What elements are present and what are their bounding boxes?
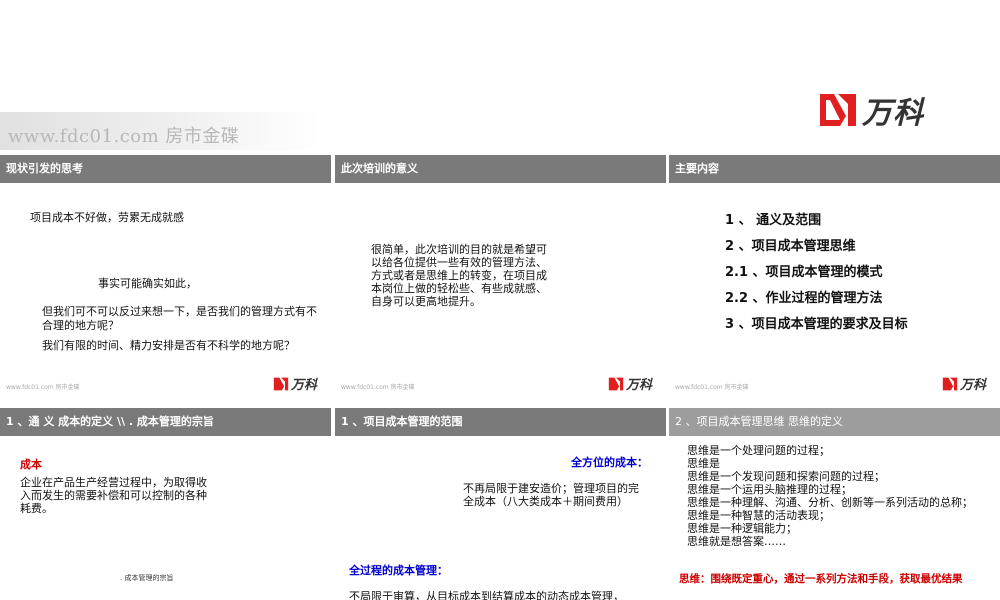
slide-title: 主要内容 xyxy=(669,155,1000,183)
footer-logo: 万科 xyxy=(942,374,986,393)
slide-conclusion: 思维：围绕既定重心，通过一系列方法和手段，获取最优结果 xyxy=(679,573,963,585)
footer-logo-text: 万科 xyxy=(290,378,317,393)
slide-heading: 全方位的成本： xyxy=(571,456,648,469)
vanke-logo-icon xyxy=(608,377,624,390)
slide-text: 思维是 xyxy=(687,457,720,470)
toc-item[interactable]: 2.2 、作业过程的管理方法 xyxy=(725,287,883,306)
slide-text: 本岗位上做的轻松些、有些成就感、 xyxy=(371,282,547,295)
footer-watermark: www.fdc01.com 房市金碟 xyxy=(675,384,749,391)
slide-title: 1 、项目成本管理的范围 xyxy=(335,408,666,436)
slide-text: 我们有限的时间、精力安排是否有不科学的地方呢？ xyxy=(42,339,295,352)
slide-text: 不局限于审算，从目标成本到结算成本的动态成本管理， xyxy=(349,590,624,600)
slide-heading: 成本 xyxy=(20,458,42,471)
slide-text: 但我们可不可以反过来想一下，是否我们的管理方式有不 xyxy=(42,305,317,318)
footer-logo: 万科 xyxy=(608,374,652,393)
slide-title: 现状引发的思考 xyxy=(0,155,331,183)
vanke-logo-icon xyxy=(273,377,289,390)
footer-logo: 万科 xyxy=(273,374,317,393)
footer-watermark: www.fdc01.com 房市金碟 xyxy=(341,384,415,391)
slide-cost-definition: 1 、通 义 成本的定义 \\ . 成本管理的宗旨 成本 企业在产品生产经营过程… xyxy=(0,408,331,600)
footer-watermark: www.fdc01.com 房市金碟 xyxy=(6,384,80,391)
toc-item[interactable]: 1 、 通义及范围 xyxy=(725,209,821,228)
slide-main-contents: 主要内容 1 、 通义及范围 2 、项目成本管理思维 2.1 、项目成本管理的模… xyxy=(669,155,1000,403)
slide-text: 不再局限于建安造价；管理项目的完 xyxy=(463,482,639,495)
slide-thinking-definition: 2 、项目成本管理思维 思维的定义 思维是一个处理问题的过程； 思维是 思维是一… xyxy=(669,408,1000,600)
header-watermark: www.fdc01.com 房市金碟 xyxy=(8,126,240,147)
slide-title: 2 、项目成本管理思维 思维的定义 xyxy=(669,408,1000,436)
slide-training-meaning: 此次培训的意义 很简单，此次培训的目的就是希望可 以给各位提供一些有效的管理方法… xyxy=(335,155,666,403)
slide-text: 思维是一种逻辑能力； xyxy=(687,522,797,535)
slide-text: 事实可能确实如此， xyxy=(98,277,197,290)
slide-heading: 全过程的成本管理： xyxy=(349,564,448,577)
footer-logo-text: 万科 xyxy=(959,378,986,393)
slide-note: . 成本管理的宗旨 xyxy=(120,574,174,582)
toc-item[interactable]: 3 、项目成本管理的要求及目标 xyxy=(725,313,908,332)
slide-text: 自身可以更高地提升。 xyxy=(371,295,481,308)
slide-text: 思维是一种智慧的活动表现； xyxy=(687,509,830,522)
slide-text: 耗费。 xyxy=(20,502,53,515)
toc-item[interactable]: 2.1 、项目成本管理的模式 xyxy=(725,261,883,280)
slide-text: 入而发生的需要补偿和可以控制的各种 xyxy=(20,489,207,502)
brand-logo: 万科 xyxy=(818,88,924,132)
slide-text: 思维是一个处理问题的过程； xyxy=(687,444,830,457)
slide-text: 合理的地方呢？ xyxy=(42,319,119,332)
slide-text: 很简单，此次培训的目的就是希望可 xyxy=(371,243,547,256)
vanke-logo-icon xyxy=(942,377,958,390)
slide-text: 思维是一种理解、沟通、分析、创新等一系列活动的总称； xyxy=(687,496,973,509)
slide-text: 方式或者是思维上的转变，在项目成 xyxy=(371,269,547,282)
slide-text: 以给各位提供一些有效的管理方法、 xyxy=(371,256,547,269)
slide-title: 1 、通 义 成本的定义 \\ . 成本管理的宗旨 xyxy=(0,408,331,436)
slide-text: 项目成本不好做，劳累无成就感 xyxy=(30,211,184,224)
slide-text: 思维是一个运用头脑推理的过程； xyxy=(687,483,852,496)
slide-text: 企业在产品生产经营过程中，为取得收 xyxy=(20,476,207,489)
slide-title: 此次培训的意义 xyxy=(335,155,666,183)
slide-cost-scope: 1 、项目成本管理的范围 全方位的成本： 不再局限于建安造价；管理项目的完 全成… xyxy=(335,408,666,600)
slide-text: 思维是一个发现问题和探索问题的过程； xyxy=(687,470,885,483)
slide-text: 思维就是想答案…… xyxy=(687,535,786,548)
brand-name: 万科 xyxy=(862,96,924,131)
slide-text: 全成本（八大类成本＋期间费用） xyxy=(463,495,628,508)
slide-current-thinking: 现状引发的思考 项目成本不好做，劳累无成就感 事实可能确实如此， 但我们可不可以… xyxy=(0,155,331,403)
vanke-logo-icon xyxy=(820,94,856,126)
toc-item[interactable]: 2 、项目成本管理思维 xyxy=(725,235,856,254)
footer-logo-text: 万科 xyxy=(625,378,652,393)
